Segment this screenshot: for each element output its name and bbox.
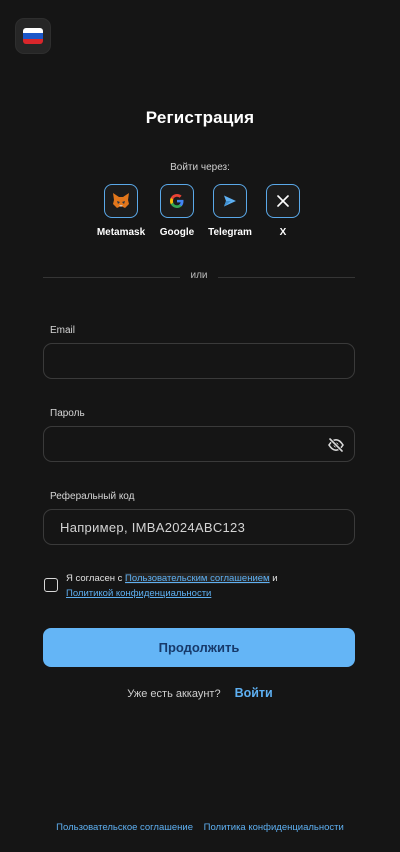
password-field[interactable] (44, 427, 354, 461)
referral-label: Реферальный код (50, 491, 135, 502)
page-title: Регистрация (145, 108, 255, 127)
metamask-icon (113, 193, 129, 208)
telegram-icon (224, 195, 236, 207)
referral-field-wrapper (43, 509, 355, 545)
referral-code-field[interactable] (44, 510, 354, 544)
agreement-prefix: Я согласен с (66, 573, 126, 584)
continue-button[interactable]: Продолжить (43, 628, 355, 667)
login-question: Уже есть аккаунт? (127, 688, 221, 700)
footer-terms-link[interactable]: Пользовательское соглашение (56, 822, 193, 833)
metamask-login-button[interactable]: Metamask (91, 184, 151, 238)
email-field[interactable] (44, 344, 354, 378)
terms-link[interactable]: Пользовательским соглашением (125, 573, 270, 584)
email-label: Email (50, 325, 76, 336)
login-link[interactable]: Войти (235, 686, 273, 700)
agreement-checkbox[interactable] (44, 578, 58, 592)
divider-text: или (190, 270, 208, 281)
google-icon (170, 194, 184, 208)
x-login-button[interactable]: X (253, 184, 313, 238)
russia-flag-icon (23, 28, 43, 44)
eye-off-icon[interactable] (327, 436, 345, 454)
agreement-text: Я согласен с Пользовательским соглашение… (66, 572, 356, 601)
metamask-label: Metamask (96, 227, 146, 238)
telegram-label: Telegram (208, 227, 252, 238)
divider-line-right (218, 277, 355, 278)
x-icon (277, 195, 289, 207)
email-field-wrapper (43, 343, 355, 379)
login-prompt: Уже есть аккаунт? Войти (0, 686, 400, 700)
password-label: Пароль (50, 408, 85, 419)
footer-links: Пользовательское соглашение Политика кон… (0, 822, 400, 833)
agreement-middle: и (269, 573, 278, 584)
footer-privacy-link[interactable]: Политика конфиденциальности (204, 822, 344, 833)
telegram-login-button[interactable]: Telegram (200, 184, 260, 238)
or-divider: или (43, 270, 355, 284)
password-field-wrapper (43, 426, 355, 462)
language-button[interactable] (15, 18, 51, 54)
social-login-group: Metamask Google Telegram X (0, 184, 400, 244)
privacy-link[interactable]: Политикой конфиденциальности (66, 588, 211, 599)
google-login-button[interactable]: Google (147, 184, 207, 238)
google-label: Google (159, 227, 195, 238)
social-login-label: Войти через: (170, 162, 230, 173)
x-label: X (279, 227, 287, 238)
